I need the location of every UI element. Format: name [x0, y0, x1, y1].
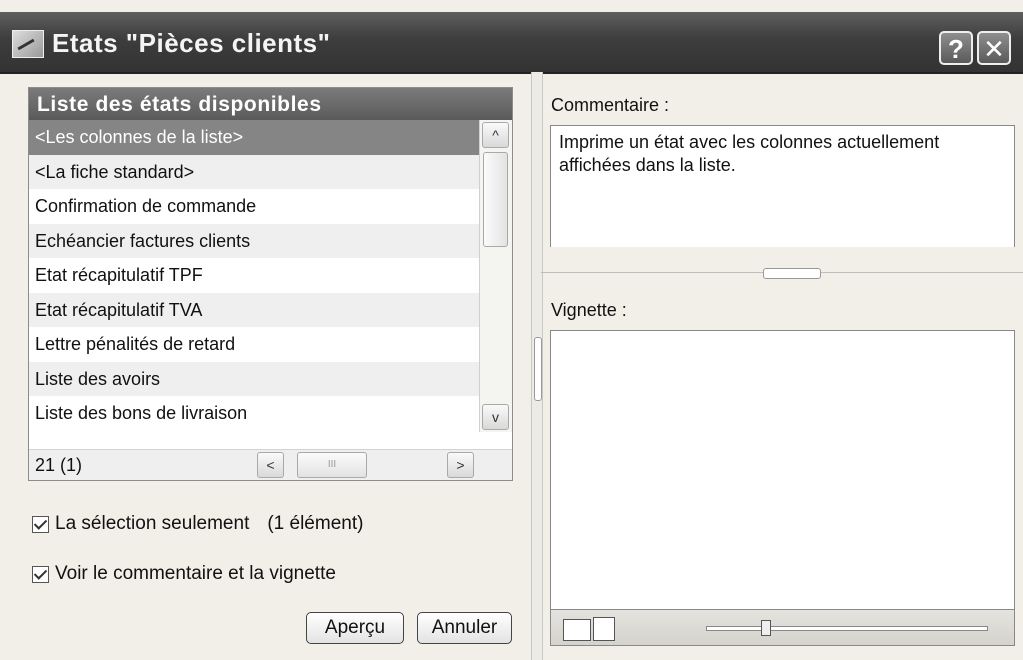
list-item[interactable]: <La fiche standard> — [29, 154, 479, 189]
app-report-icon — [12, 30, 44, 58]
scroll-down-button[interactable]: v — [482, 404, 509, 430]
vignette-toolbar — [550, 610, 1015, 646]
scroll-right-button[interactable]: > — [447, 452, 474, 478]
list-item[interactable]: Liste des avoirs — [29, 361, 479, 396]
title-bar[interactable]: Etats "Pièces clients" ? ✕ — [0, 12, 1023, 74]
splitter-grip[interactable] — [534, 337, 542, 401]
fit-width-icon[interactable] — [563, 619, 591, 641]
list-item[interactable]: Etat récapitulatif TVA — [29, 292, 479, 327]
report-list-header: Liste des états disponibles — [29, 88, 512, 120]
show-comment-label: Voir le commentaire et la vignette — [55, 563, 336, 584]
selection-only-option[interactable]: La sélection seulement (1 élément) — [32, 513, 363, 535]
horizontal-splitter[interactable] — [541, 262, 1023, 284]
vertical-scroll-thumb[interactable] — [483, 152, 508, 247]
fit-page-icon[interactable] — [593, 617, 615, 641]
show-comment-checkbox[interactable] — [32, 565, 49, 583]
horizontal-scroll-thumb[interactable]: III — [297, 452, 367, 478]
help-button[interactable]: ? — [939, 31, 973, 65]
vertical-splitter[interactable] — [531, 72, 543, 660]
list-footer: 21 (1) < III > — [29, 449, 512, 480]
selection-only-checkbox[interactable] — [32, 515, 49, 533]
show-comment-option[interactable]: Voir le commentaire et la vignette — [32, 563, 336, 585]
vignette-preview — [550, 330, 1015, 610]
horizontal-scrollbar[interactable]: < III > — [257, 452, 475, 478]
comment-textbox[interactable]: Imprime un état avec les colonnes actuel… — [550, 125, 1015, 247]
selection-only-label: La sélection seulement — [55, 513, 250, 534]
window-title: Etats "Pièces clients" — [52, 28, 331, 58]
vignette-label: Vignette : — [551, 300, 627, 320]
list-item[interactable]: Confirmation de commande — [29, 189, 479, 224]
list-item[interactable]: <Les colonnes de la liste> — [29, 120, 479, 155]
report-list: Liste des états disponibles <Les colonne… — [28, 87, 513, 481]
list-item[interactable]: Lettre pénalités de retard — [29, 327, 479, 362]
report-rows: <Les colonnes de la liste> <La fiche sta… — [29, 120, 479, 431]
close-button[interactable]: ✕ — [977, 31, 1011, 65]
zoom-slider-thumb[interactable] — [761, 620, 771, 636]
list-item[interactable]: Liste des bons de livraison — [29, 396, 479, 431]
zoom-slider[interactable] — [706, 620, 988, 636]
cancel-button[interactable]: Annuler — [417, 612, 512, 644]
scroll-left-button[interactable]: < — [257, 452, 284, 478]
scroll-up-button[interactable]: ^ — [482, 122, 509, 148]
preview-button[interactable]: Aperçu — [306, 612, 404, 644]
selection-count: (1 élément) — [267, 513, 364, 534]
list-item[interactable]: Etat récapitulatif TPF — [29, 258, 479, 293]
dialog-window: Etats "Pièces clients" ? ✕ Liste des éta… — [0, 0, 1023, 660]
list-item[interactable]: Echéancier factures clients — [29, 223, 479, 258]
vertical-scrollbar[interactable]: ^ v — [479, 120, 512, 432]
comment-label: Commentaire : — [551, 95, 670, 115]
splitter-grip[interactable] — [763, 268, 821, 279]
item-count: 21 (1) — [35, 455, 83, 475]
